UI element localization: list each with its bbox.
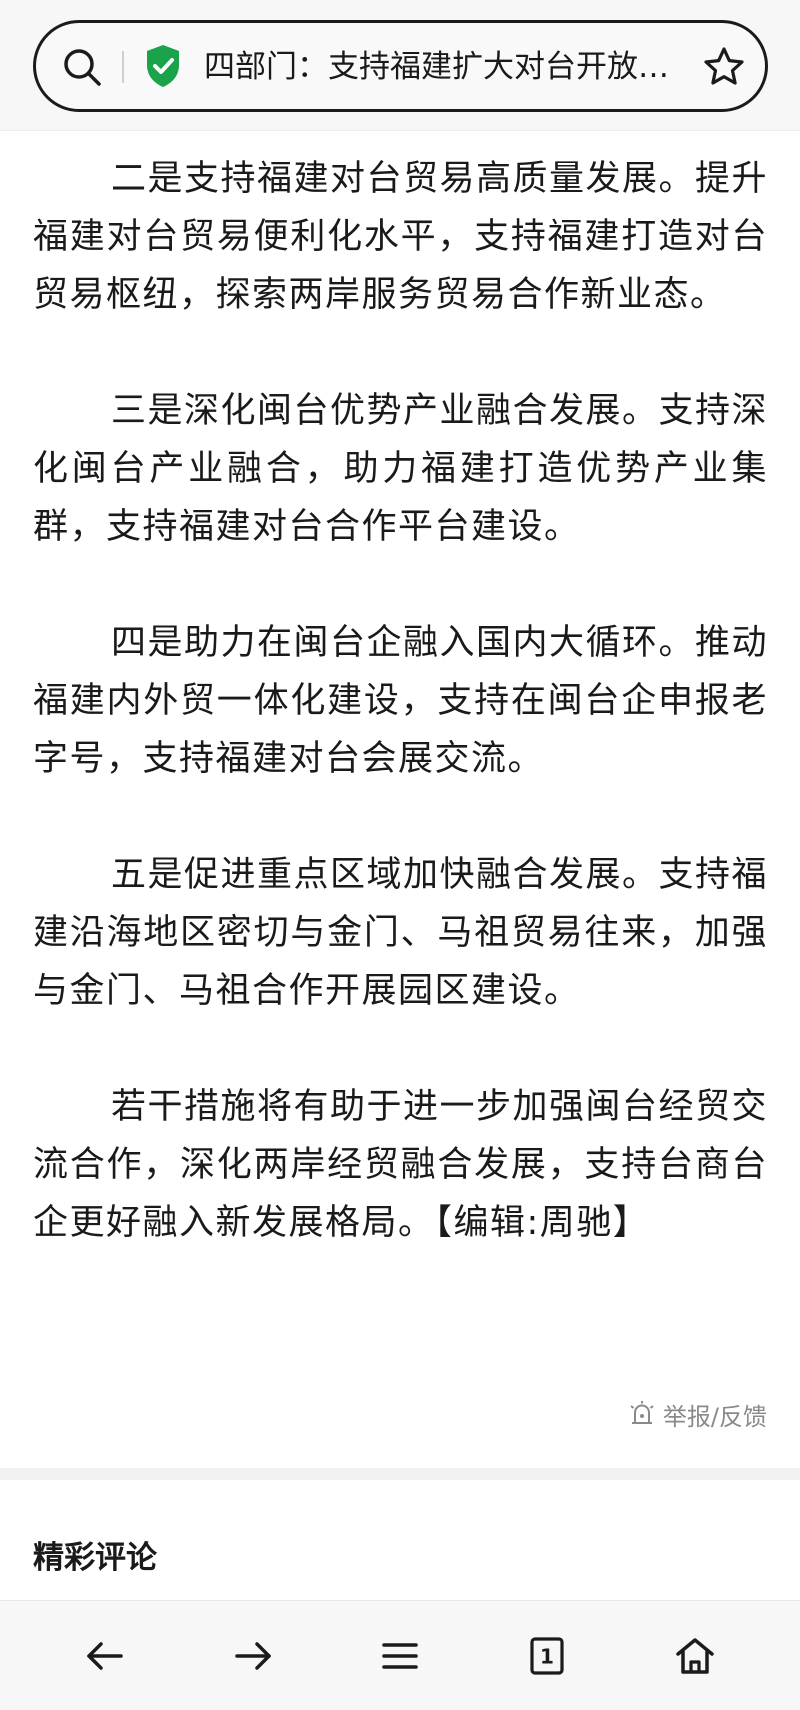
report-feedback-link[interactable]: 举报/反馈: [629, 1394, 767, 1434]
article-paragraph: 若干措施将有助于进一步加强闽台经贸交流合作，深化两岸经贸融合发展，支持台商台企更…: [33, 1087, 769, 1243]
back-button[interactable]: [80, 1631, 130, 1681]
article-paragraph: 三是深化闽台优势产业融合发展。支持深化闽台产业融合，助力福建打造优势产业集群，支…: [33, 391, 769, 547]
page-title[interactable]: 四部门：支持福建扩大对台开放…: [204, 47, 699, 87]
menu-button[interactable]: [375, 1631, 425, 1681]
home-button[interactable]: [670, 1631, 720, 1681]
menu-icon: [382, 1643, 418, 1669]
forward-arrow-icon: [235, 1642, 271, 1670]
home-icon: [676, 1638, 714, 1674]
report-feedback-label[interactable]: 举报/反馈: [663, 1397, 767, 1432]
shield-check-icon[interactable]: [144, 43, 182, 89]
star-icon[interactable]: [702, 45, 746, 89]
article-body: 二是支持福建对台贸易高质量发展。提升福建对台贸易便利化水平，支持福建打造对台贸易…: [33, 150, 768, 1252]
bottom-toolbar: 1: [0, 1600, 800, 1710]
article-paragraph: 五是促进重点区域加快融合发展。支持福建沿海地区密切与金门、马祖贸易往来，加强与金…: [33, 855, 769, 1011]
tabs-icon: 1: [530, 1637, 564, 1675]
forward-button[interactable]: [228, 1631, 278, 1681]
address-bar: 四部门：支持福建扩大对台开放…: [0, 0, 800, 131]
alarm-icon: [630, 1401, 654, 1424]
article-paragraph: 四是助力在闽台企融入国内大循环。推动福建内外贸一体化建设，支持在闽台企申报老字号…: [33, 623, 769, 779]
url-divider: [122, 51, 124, 83]
back-arrow-icon: [87, 1642, 123, 1670]
url-field[interactable]: 四部门：支持福建扩大对台开放…: [33, 20, 768, 112]
tabs-button[interactable]: 1: [522, 1631, 572, 1681]
tab-count: 1: [540, 1645, 554, 1669]
section-divider: [0, 1468, 800, 1480]
search-icon[interactable]: [60, 45, 104, 89]
article-paragraph: 二是支持福建对台贸易高质量发展。提升福建对台贸易便利化水平，支持福建打造对台贸易…: [33, 159, 769, 315]
comments-heading: 精彩评论: [33, 1540, 157, 1576]
